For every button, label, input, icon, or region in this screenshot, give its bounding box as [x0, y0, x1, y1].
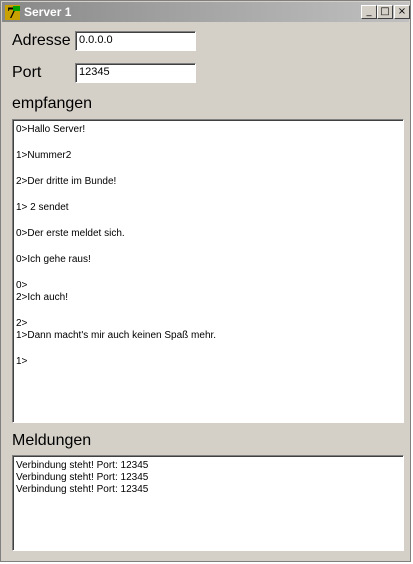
received-memo[interactable]: 0>Hallo Server! 1>Nummer2 2>Der dritte i…: [12, 119, 404, 423]
received-line: 0>Hallo Server!: [16, 124, 86, 135]
maximize-button[interactable]: □: [377, 5, 393, 19]
received-line: 2>Der dritte im Bunde!: [16, 176, 117, 187]
port-input[interactable]: 12345: [75, 63, 196, 83]
message-line: Verbindung steht! Port: 12345: [16, 460, 149, 471]
server-window: 7 Server 1 _ □ × Adresse 0.0.0.0 Port 12…: [0, 0, 411, 562]
received-line: 0>Der erste meldet sich.: [16, 228, 125, 239]
address-input[interactable]: 0.0.0.0: [75, 31, 196, 51]
received-line: 1>Dann macht's mir auch keinen Spaß mehr…: [16, 330, 217, 341]
window-title: Server 1: [24, 5, 72, 19]
received-line: 2>: [16, 318, 28, 329]
messages-label: Meldungen: [12, 432, 92, 449]
received-line: 1> 2 sendet: [16, 202, 69, 213]
received-line: 1>: [16, 356, 28, 367]
received-line: 0>: [16, 280, 28, 291]
message-line: Verbindung steht! Port: 12345: [16, 472, 149, 483]
delphi-app-icon: 7: [5, 5, 20, 21]
minimize-button[interactable]: _: [361, 5, 377, 19]
received-line: 2>Ich auch!: [16, 292, 68, 303]
minimize-icon: _: [366, 6, 372, 17]
messages-memo[interactable]: Verbindung steht! Port: 12345 Verbindung…: [12, 455, 404, 551]
title-bar[interactable]: 7 Server 1 _ □ ×: [2, 2, 410, 22]
received-line: 1>Nummer2: [16, 150, 72, 161]
close-button[interactable]: ×: [394, 5, 410, 19]
message-line: Verbindung steht! Port: 12345: [16, 484, 149, 495]
maximize-icon: □: [380, 6, 390, 17]
received-line: 0>Ich gehe raus!: [16, 254, 91, 265]
close-icon: ×: [397, 6, 407, 17]
address-label: Adresse: [12, 32, 71, 49]
received-label: empfangen: [12, 95, 93, 112]
port-label: Port: [12, 64, 42, 81]
